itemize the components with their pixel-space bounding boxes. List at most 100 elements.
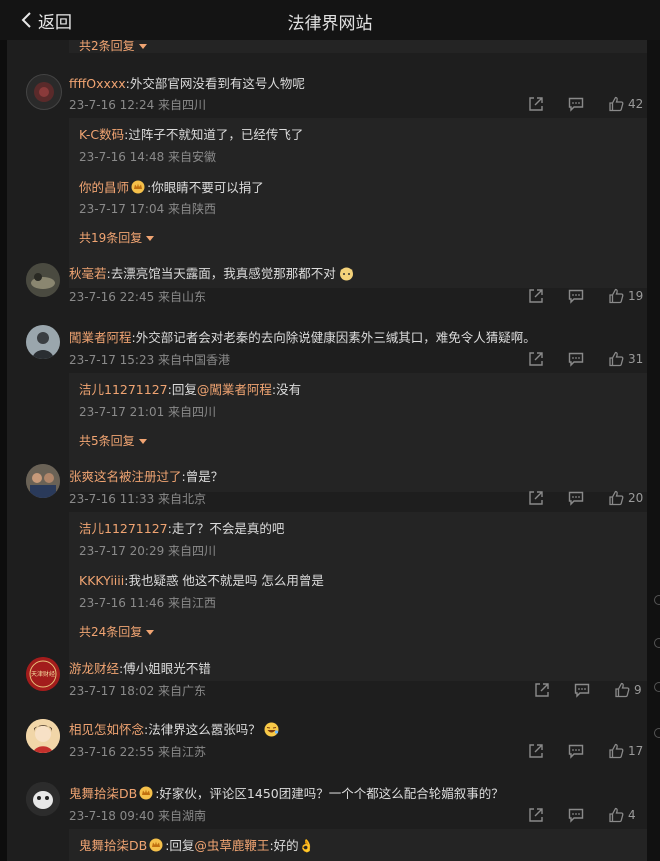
reply-line: 你的昌师 :你眼睛不要可以捐了 bbox=[79, 177, 264, 196]
mention-link[interactable]: @虫草鹿鞭王 bbox=[194, 838, 269, 853]
comment-icon[interactable] bbox=[568, 807, 584, 823]
crown-badge-icon bbox=[131, 180, 145, 194]
avatar[interactable] bbox=[26, 74, 62, 110]
comment-line: 闖業者阿程:外交部记者会对老秦的去向除说健康因素外三缄其口，难免令人猜疑啊。 bbox=[69, 327, 536, 346]
comment-actions: 42 bbox=[528, 96, 643, 112]
dot-icon bbox=[654, 638, 660, 648]
like-count: 31 bbox=[628, 352, 644, 366]
share-icon[interactable] bbox=[528, 96, 544, 112]
comment-text: :去漂亮馆当天露面，我真感觉那那都不对 bbox=[106, 266, 336, 281]
avatar[interactable] bbox=[26, 719, 60, 753]
mention-link[interactable]: @闖業者阿程 bbox=[197, 382, 272, 397]
comment-icon[interactable] bbox=[574, 682, 590, 698]
comment-icon[interactable] bbox=[568, 490, 584, 506]
share-icon[interactable] bbox=[528, 288, 544, 304]
comment-text: :外交部官网没看到有这号人物呢 bbox=[125, 76, 305, 91]
like-icon[interactable] bbox=[614, 682, 630, 698]
timestamp: 23-7-16 12:24 来自四川 bbox=[69, 98, 207, 112]
avatar-image bbox=[26, 719, 60, 753]
reply-line: K-C数码:过阵子不就知道了，已经传飞了 bbox=[79, 124, 303, 143]
timestamp: 23-7-17 17:04 来自陕西 bbox=[79, 202, 217, 216]
right-scroll-strip bbox=[647, 40, 660, 861]
reply-text: :我也疑惑 他这不就是吗 怎么用曾是 bbox=[124, 573, 324, 588]
like-icon[interactable] bbox=[608, 288, 624, 304]
timestamp: 23-7-16 11:33 来自北京 bbox=[69, 492, 207, 506]
reply-line: 鬼舞拾柒DB :回复@虫草鹿鞭王:好的👌 bbox=[79, 835, 314, 854]
reply-text: :你眼睛不要可以捐了 bbox=[147, 180, 264, 195]
avatar[interactable] bbox=[26, 325, 60, 359]
timestamp: 23-7-16 22:55 来自江苏 bbox=[69, 745, 207, 759]
avatar-image bbox=[34, 82, 54, 102]
reply-text: :走了？不会是真的吧 bbox=[167, 521, 285, 536]
avatar[interactable] bbox=[26, 782, 60, 816]
reply-line: KKKYiiii:我也疑惑 他这不就是吗 怎么用曾是 bbox=[79, 570, 324, 589]
avatar-image bbox=[26, 782, 60, 816]
share-icon[interactable] bbox=[528, 490, 544, 506]
username[interactable]: 洁儿11271127 bbox=[79, 521, 168, 536]
avatar-image bbox=[26, 464, 60, 498]
comment-icon[interactable] bbox=[568, 743, 584, 759]
comment-list: 共2条回复 ffffOxxxx:外交部官网没看到有这号人物呢 23-7-16 1… bbox=[7, 40, 647, 861]
comment-line: 鬼舞拾柒DB :好家伙，评论区1450团建吗？一个个都这么配合轮媚叙事的？ bbox=[69, 783, 504, 802]
reply-box: 共2条回复 bbox=[69, 40, 647, 53]
username[interactable]: 秋毫若 bbox=[69, 266, 107, 281]
dot-icon bbox=[654, 595, 660, 605]
comment-actions: 4 bbox=[528, 807, 636, 823]
share-icon[interactable] bbox=[528, 743, 544, 759]
comment-text: :好家伙，评论区1450团建吗？一个个都这么配合轮媚叙事的？ bbox=[155, 786, 504, 801]
share-icon[interactable] bbox=[528, 807, 544, 823]
timestamp: 23-7-16 22:45 来自山东 bbox=[69, 290, 207, 304]
like-icon[interactable] bbox=[608, 807, 624, 823]
username[interactable]: 游龙财经 bbox=[69, 661, 119, 676]
like-count: 20 bbox=[628, 491, 644, 505]
more-replies-link[interactable]: 共5条回复 bbox=[79, 432, 147, 449]
comment-actions: 31 bbox=[528, 351, 643, 367]
avatar[interactable] bbox=[26, 263, 60, 297]
avatar[interactable]: 天津财经 bbox=[26, 657, 60, 691]
comment-icon[interactable] bbox=[568, 351, 584, 367]
username[interactable]: 鬼舞拾柒DB bbox=[69, 786, 137, 801]
timestamp: 23-7-17 18:02 来自广东 bbox=[69, 684, 207, 698]
username[interactable]: KKKYiiii bbox=[79, 573, 124, 588]
comment-line: 秋毫若:去漂亮馆当天露面，我真感觉那那都不对 bbox=[69, 263, 354, 282]
share-icon[interactable] bbox=[528, 351, 544, 367]
like-count: 42 bbox=[628, 97, 644, 111]
comment-icon[interactable] bbox=[568, 288, 584, 304]
timestamp: 23-7-16 14:48 来自安徽 bbox=[79, 150, 217, 164]
avatar-text: 天津财经 bbox=[30, 671, 55, 678]
username[interactable]: 相见怎如怀念 bbox=[69, 722, 144, 737]
comment-actions: 20 bbox=[528, 490, 643, 506]
username[interactable]: 闖業者阿程 bbox=[69, 330, 132, 345]
reply-text: :没有 bbox=[271, 382, 302, 397]
comment-line: ffffOxxxx:外交部官网没看到有这号人物呢 bbox=[69, 73, 305, 92]
timestamp: 23-7-17 15:23 来自中国香港 bbox=[69, 353, 231, 367]
username[interactable]: K-C数码 bbox=[79, 127, 124, 142]
like-count: 17 bbox=[628, 744, 644, 758]
username[interactable]: 洁儿11271127 bbox=[79, 382, 168, 397]
username[interactable]: 你的昌师 bbox=[79, 180, 129, 195]
like-icon[interactable] bbox=[608, 96, 624, 112]
avatar-image bbox=[26, 325, 60, 359]
comment-icon[interactable] bbox=[568, 96, 584, 112]
like-icon[interactable] bbox=[608, 490, 624, 506]
share-icon[interactable] bbox=[534, 682, 550, 698]
reply-text: :回复 bbox=[165, 838, 195, 853]
reply-text: :回复 bbox=[167, 382, 197, 397]
username[interactable]: ffffOxxxx bbox=[69, 76, 126, 91]
more-replies-link[interactable]: 共2条回复 bbox=[79, 40, 147, 54]
avatar[interactable] bbox=[26, 464, 60, 498]
comment-actions: 19 bbox=[528, 288, 643, 304]
comment-actions: 9 bbox=[534, 682, 642, 698]
more-replies-link[interactable]: 共24条回复 bbox=[79, 623, 155, 640]
like-count: 19 bbox=[628, 289, 644, 303]
comment-text: :外交部记者会对老秦的去向除说健康因素外三缄其口，难免令人猜疑啊。 bbox=[131, 330, 536, 345]
more-replies-link[interactable]: 共19条回复 bbox=[79, 229, 155, 246]
reply-text: :好的👌 bbox=[269, 838, 315, 853]
timestamp: 23-7-17 20:29 来自四川 bbox=[79, 544, 217, 558]
like-icon[interactable] bbox=[608, 743, 624, 759]
username[interactable]: 张爽这名被注册过了 bbox=[69, 469, 182, 484]
like-count: 9 bbox=[634, 683, 642, 697]
like-icon[interactable] bbox=[608, 351, 624, 367]
username[interactable]: 鬼舞拾柒DB bbox=[79, 838, 147, 853]
cat-emoji-icon bbox=[339, 267, 353, 281]
